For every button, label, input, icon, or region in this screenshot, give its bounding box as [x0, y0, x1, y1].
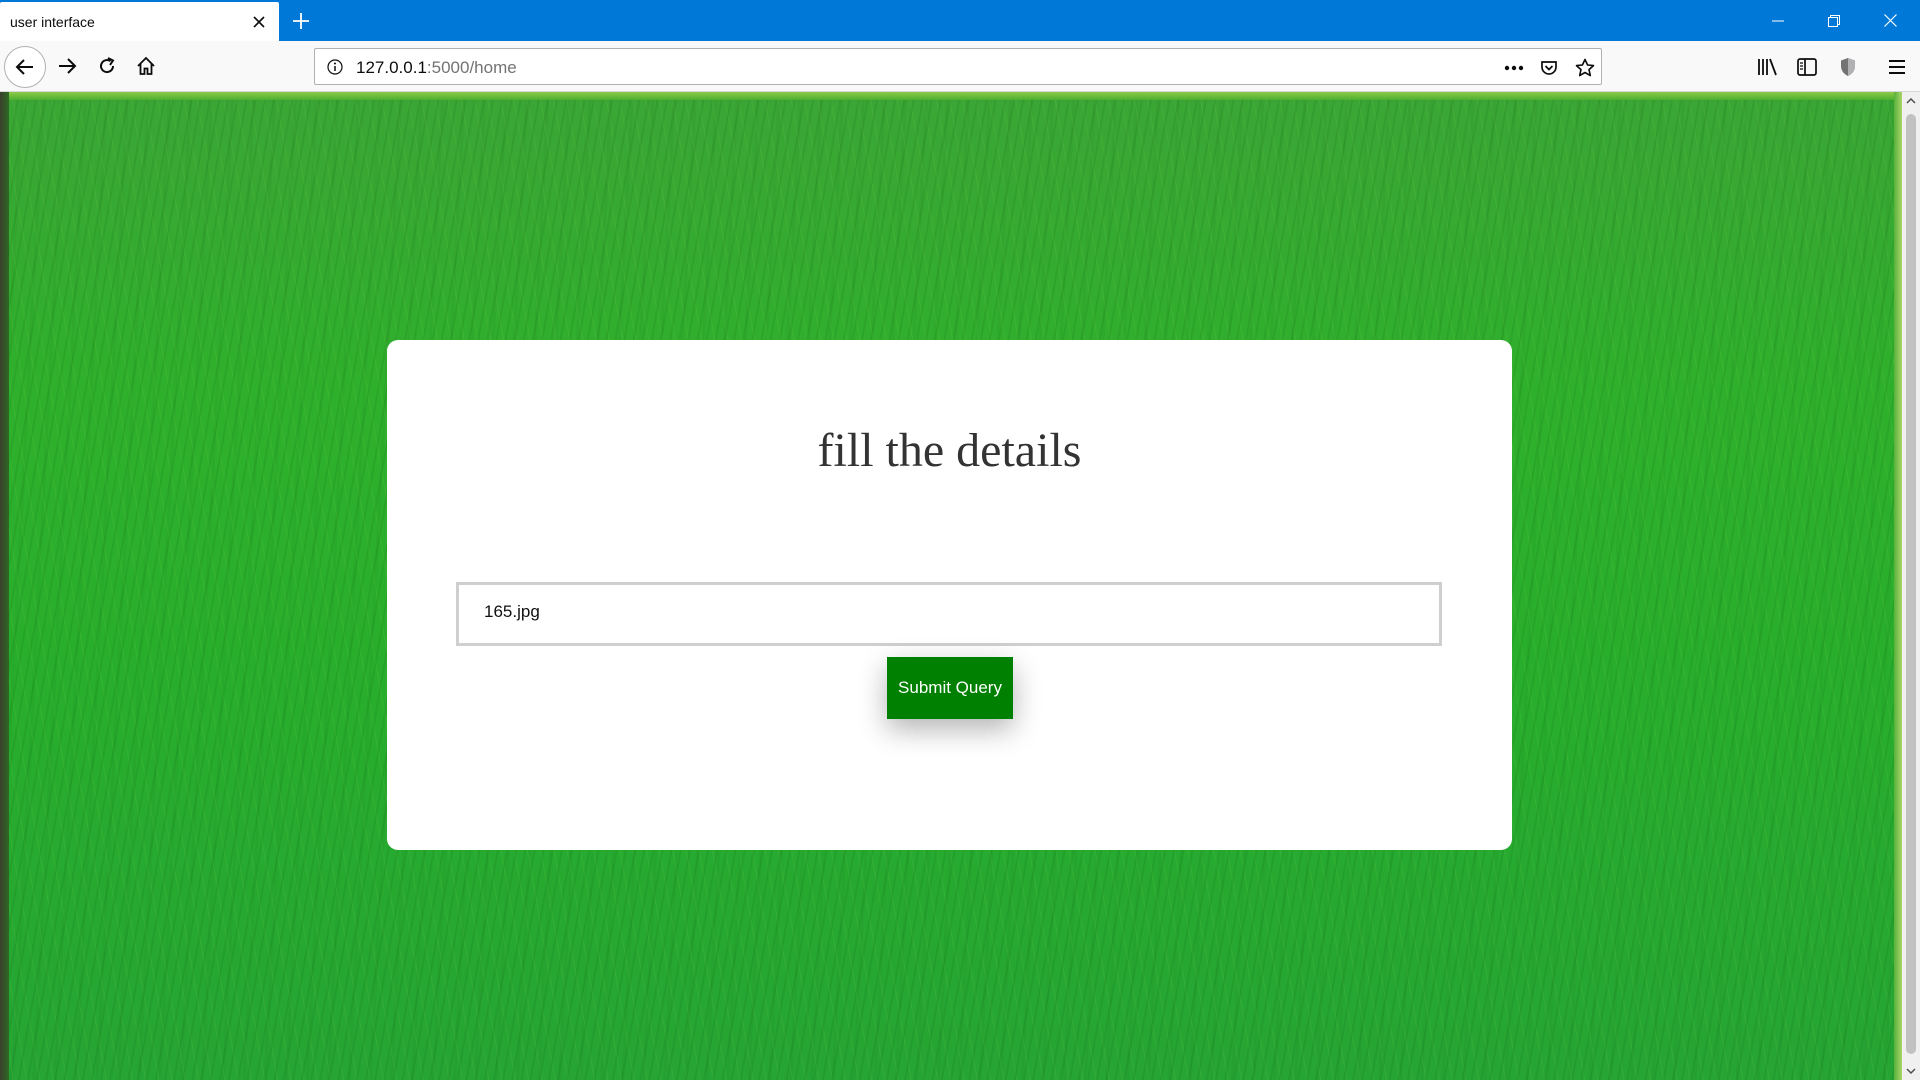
file-input-value: 165.jpg	[484, 602, 540, 621]
restore-icon[interactable]	[1806, 0, 1862, 41]
submit-query-button[interactable]: Submit Query	[887, 657, 1013, 719]
shield-icon[interactable]	[1835, 54, 1861, 80]
title-bar: user interface	[0, 0, 1920, 41]
tab-user-interface[interactable]: user interface	[0, 2, 279, 41]
url-bar[interactable]: 127.0.0.1:5000/home	[314, 48, 1602, 85]
scrollbar-thumb[interactable]	[1906, 114, 1916, 1054]
background-image-edge-left	[0, 92, 9, 1080]
new-tab-icon[interactable]	[290, 10, 312, 32]
background-image-edge-top	[0, 92, 1902, 100]
minimize-icon[interactable]	[1750, 0, 1806, 41]
page-viewport: fill the details 165.jpg Submit Query	[0, 92, 1902, 1080]
vertical-scrollbar[interactable]	[1902, 92, 1920, 1080]
site-info-icon[interactable]	[325, 57, 345, 77]
menu-icon[interactable]	[1884, 54, 1910, 80]
scroll-up-arrow-icon[interactable]	[1902, 92, 1920, 110]
url-host: 127.0.0.1	[356, 58, 427, 77]
url-path: :5000/home	[426, 58, 517, 77]
forward-arrow-icon[interactable]	[50, 49, 84, 83]
file-input[interactable]: 165.jpg	[456, 582, 1442, 646]
library-icon[interactable]	[1755, 54, 1781, 80]
navigation-bar: 127.0.0.1:5000/home	[0, 41, 1920, 92]
reload-icon[interactable]	[90, 49, 124, 83]
scroll-down-arrow-icon[interactable]	[1902, 1062, 1920, 1080]
tab-title: user interface	[10, 13, 95, 30]
bookmark-star-icon[interactable]	[1573, 56, 1597, 80]
home-icon[interactable]	[129, 49, 163, 83]
back-arrow-icon[interactable]	[4, 46, 46, 88]
sidebar-icon[interactable]	[1794, 54, 1820, 80]
background-image-edge-right	[1894, 92, 1902, 1080]
url-text[interactable]: 127.0.0.1:5000/home	[356, 58, 517, 78]
page-actions-icon[interactable]	[1502, 56, 1526, 80]
page-heading: fill the details	[817, 424, 1082, 477]
pocket-icon[interactable]	[1537, 56, 1561, 80]
details-form-card: fill the details 165.jpg Submit Query	[387, 340, 1512, 850]
tab-close-icon[interactable]	[249, 12, 269, 32]
close-window-icon[interactable]	[1862, 0, 1918, 41]
